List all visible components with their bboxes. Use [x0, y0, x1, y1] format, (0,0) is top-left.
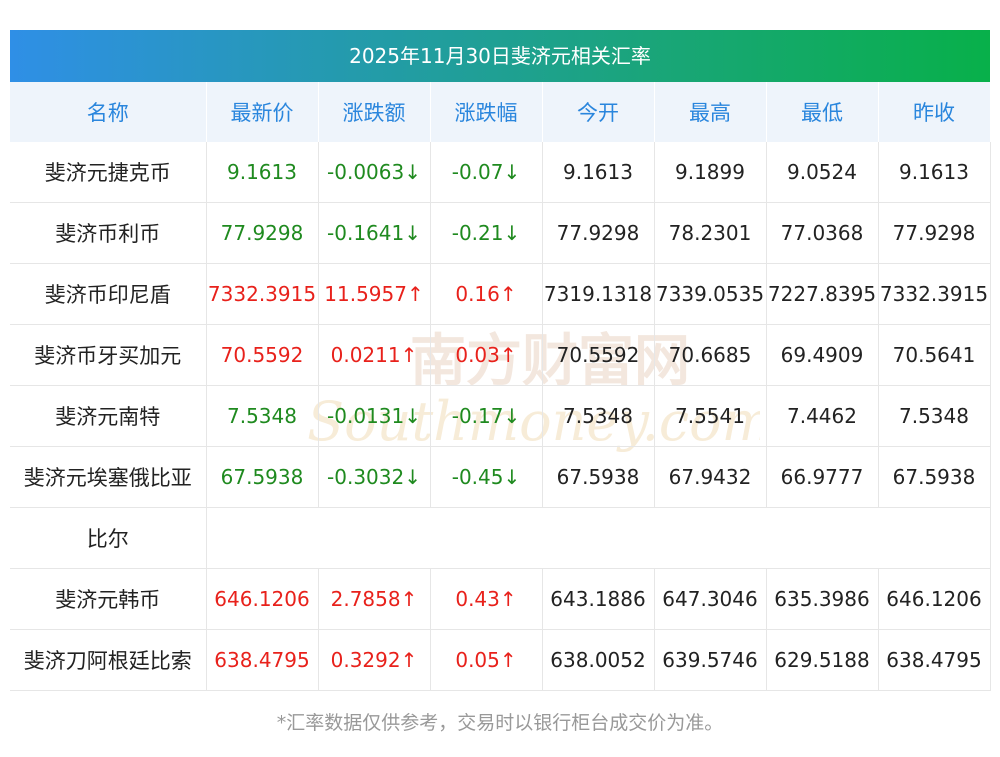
change-amount: 0.0211↑ [318, 324, 431, 386]
latest-price: 70.5592 [206, 324, 319, 386]
currency-name: 斐济刀阿根廷比索 [10, 629, 207, 691]
currency-name: 斐济元埃塞俄比亚 [10, 446, 207, 508]
open-price: 77.9298 [542, 202, 655, 264]
high-price: 639.5746 [654, 629, 767, 691]
low-price: 635.3986 [766, 568, 879, 630]
change-amount: -0.0063↓ [318, 142, 431, 203]
high-price: 67.9432 [654, 446, 767, 508]
currency-name: 斐济元韩币 [10, 568, 207, 630]
latest-price: 7332.3915 [206, 263, 319, 325]
header-name: 名称 [10, 82, 207, 142]
table-row: 斐济元南特 7.5348 -0.0131↓ -0.17↓ 7.5348 7.55… [10, 385, 991, 447]
prev-close: 67.5938 [878, 446, 991, 508]
prev-close: 70.5641 [878, 324, 991, 386]
open-price: 9.1613 [542, 142, 655, 203]
high-price: 9.1899 [654, 142, 767, 203]
empty-cell [205, 507, 991, 569]
open-price: 643.1886 [542, 568, 655, 630]
latest-price: 646.1206 [206, 568, 319, 630]
header-latest: 最新价 [206, 82, 319, 142]
low-price: 77.0368 [766, 202, 879, 264]
currency-name-continuation: 比尔 [10, 507, 207, 569]
change-percent: -0.07↓ [430, 142, 543, 203]
open-price: 70.5592 [542, 324, 655, 386]
latest-price: 9.1613 [206, 142, 319, 203]
change-percent: -0.17↓ [430, 385, 543, 447]
table-row: 斐济刀阿根廷比索 638.4795 0.3292↑ 0.05↑ 638.0052… [10, 629, 991, 691]
currency-name: 斐济币利币 [10, 202, 207, 264]
low-price: 7.4462 [766, 385, 879, 447]
change-percent: 0.16↑ [430, 263, 543, 325]
low-price: 9.0524 [766, 142, 879, 203]
change-percent: 0.43↑ [430, 568, 543, 630]
latest-price: 77.9298 [206, 202, 319, 264]
open-price: 67.5938 [542, 446, 655, 508]
change-amount: -0.3032↓ [318, 446, 431, 508]
prev-close: 7.5348 [878, 385, 991, 447]
high-price: 7339.0535 [654, 263, 767, 325]
high-price: 647.3046 [654, 568, 767, 630]
header-change-pct: 涨跌幅 [430, 82, 543, 142]
currency-name: 斐济元捷克币 [10, 142, 207, 203]
table-row-overflow: 比尔 [10, 507, 991, 569]
change-amount: 0.3292↑ [318, 629, 431, 691]
low-price: 7227.8395 [766, 263, 879, 325]
high-price: 7.5541 [654, 385, 767, 447]
page-title: 2025年11月30日斐济元相关汇率 [10, 30, 990, 82]
header-open: 今开 [542, 82, 655, 142]
exchange-rate-table: 名称 最新价 涨跌额 涨跌幅 今开 最高 最低 昨收 斐济元捷克币 9.1613… [10, 82, 991, 691]
open-price: 638.0052 [542, 629, 655, 691]
table-row: 斐济元埃塞俄比亚 67.5938 -0.3032↓ -0.45↓ 67.5938… [10, 446, 991, 508]
low-price: 66.9777 [766, 446, 879, 508]
change-percent: 0.03↑ [430, 324, 543, 386]
low-price: 69.4909 [766, 324, 879, 386]
header-change: 涨跌额 [318, 82, 431, 142]
table-header-row: 名称 最新价 涨跌额 涨跌幅 今开 最高 最低 昨收 [10, 82, 991, 142]
open-price: 7.5348 [542, 385, 655, 447]
table-row: 斐济元韩币 646.1206 2.7858↑ 0.43↑ 643.1886 64… [10, 568, 991, 630]
header-high: 最高 [654, 82, 767, 142]
prev-close: 646.1206 [878, 568, 991, 630]
low-price: 629.5188 [766, 629, 879, 691]
high-price: 70.6685 [654, 324, 767, 386]
table-row: 斐济币利币 77.9298 -0.1641↓ -0.21↓ 77.9298 78… [10, 202, 991, 264]
table-row: 斐济币印尼盾 7332.3915 11.5957↑ 0.16↑ 7319.131… [10, 263, 991, 325]
table-row: 斐济元捷克币 9.1613 -0.0063↓ -0.07↓ 9.1613 9.1… [10, 142, 991, 203]
change-percent: 0.05↑ [430, 629, 543, 691]
change-percent: -0.21↓ [430, 202, 543, 264]
header-prev-close: 昨收 [878, 82, 991, 142]
latest-price: 67.5938 [206, 446, 319, 508]
latest-price: 638.4795 [206, 629, 319, 691]
currency-name: 斐济币印尼盾 [10, 263, 207, 325]
disclaimer-footnote: *汇率数据仅供参考，交易时以银行柜台成交价为准。 [276, 712, 724, 734]
open-price: 7319.1318 [542, 263, 655, 325]
latest-price: 7.5348 [206, 385, 319, 447]
prev-close: 9.1613 [878, 142, 991, 203]
prev-close: 7332.3915 [878, 263, 991, 325]
change-percent: -0.45↓ [430, 446, 543, 508]
currency-name: 斐济元南特 [10, 385, 207, 447]
change-amount: -0.0131↓ [318, 385, 431, 447]
change-amount: -0.1641↓ [318, 202, 431, 264]
table-row: 斐济币牙买加元 70.5592 0.0211↑ 0.03↑ 70.5592 70… [10, 324, 991, 386]
prev-close: 638.4795 [878, 629, 991, 691]
currency-name: 斐济币牙买加元 [10, 324, 207, 386]
change-amount: 11.5957↑ [318, 263, 431, 325]
high-price: 78.2301 [654, 202, 767, 264]
prev-close: 77.9298 [878, 202, 991, 264]
change-amount: 2.7858↑ [318, 568, 431, 630]
header-low: 最低 [766, 82, 879, 142]
